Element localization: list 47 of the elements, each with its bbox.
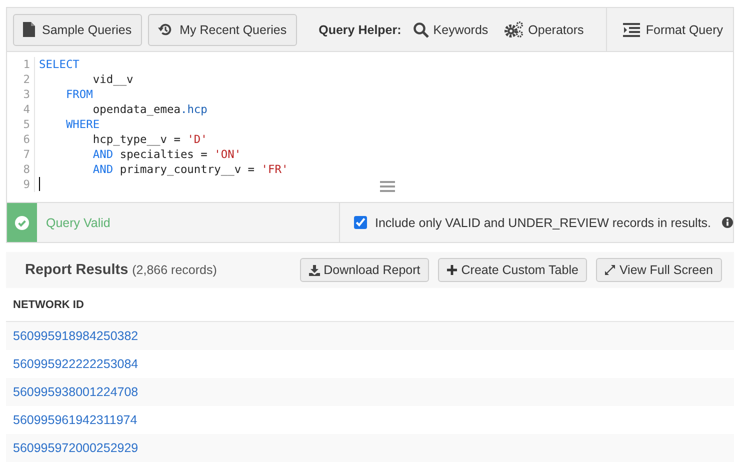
results-title: Report Results [25, 262, 128, 278]
code-line: vid__v [92, 72, 134, 87]
gears-icon [504, 21, 524, 38]
info-icon[interactable] [722, 217, 733, 228]
line-number: 6 [7, 132, 35, 147]
plus-icon [447, 265, 458, 275]
code-line: hcp_type__v = 'D' [92, 132, 208, 147]
include-label: Include only VALID and UNDER_REVIEW records in results. [375, 216, 711, 230]
network-id-link[interactable]: 560995918984250382 [13, 329, 138, 343]
sample-queries-button[interactable]: Sample Queries [13, 14, 142, 46]
code-line: SELECT [38, 57, 80, 72]
download-icon [308, 264, 320, 276]
code-line: AND specialties = 'ON' [92, 147, 242, 162]
full-screen-button[interactable]: View Full Screen [596, 258, 722, 282]
helper-label: Query Helper: [318, 22, 402, 36]
download-report-button[interactable]: Download Report [300, 258, 430, 282]
code-line: AND primary_country__v = 'FR' [92, 162, 288, 177]
recent-queries-button[interactable]: My Recent Queries [148, 14, 297, 46]
keywords-button[interactable]: Keywords [413, 22, 488, 38]
line-number: 7 [7, 147, 35, 162]
history-icon [158, 22, 173, 37]
resize-handle-icon[interactable] [380, 181, 395, 192]
line-number: 3 [7, 87, 35, 102]
format-query-button[interactable]: Format Query [606, 8, 733, 51]
line-number: 2 [7, 72, 35, 87]
network-id-link[interactable]: 560995972000252929 [13, 441, 138, 455]
indent-icon [622, 22, 640, 36]
line-number: 8 [7, 162, 35, 177]
check-circle-icon [15, 216, 29, 230]
network-id-link[interactable]: 560995938001224708 [13, 385, 138, 399]
line-number: 9 [7, 177, 35, 192]
include-checkbox[interactable] [354, 216, 367, 229]
code-line: FROM [64, 87, 93, 102]
create-table-button[interactable]: Create Custom Table [438, 258, 588, 282]
code-line: WHERE [64, 117, 100, 132]
line-number: 5 [7, 117, 35, 132]
line-number: 4 [7, 102, 35, 117]
line-number: 1 [7, 57, 35, 72]
network-id-link[interactable]: 560995961942311974 [13, 413, 138, 427]
code-line: opendata_emea.hcp [92, 102, 208, 117]
validation-message: Query Valid [46, 216, 110, 230]
document-icon [23, 22, 35, 37]
network-id-link[interactable]: 560995922222253084 [13, 357, 138, 371]
expand-icon [605, 265, 616, 275]
operators-button[interactable]: Operators [504, 21, 584, 38]
search-icon [413, 22, 430, 38]
record-count: (2,866 records) [132, 263, 217, 277]
